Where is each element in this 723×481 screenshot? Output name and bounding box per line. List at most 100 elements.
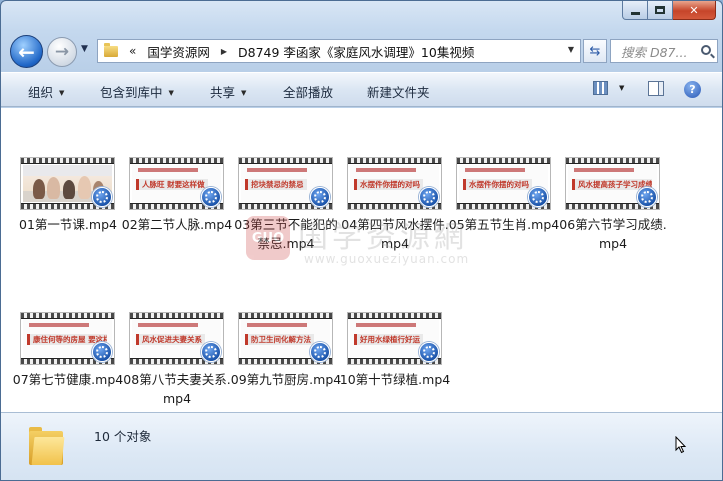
share-menu[interactable]: 共享 ▼ <box>210 82 246 101</box>
slide-header <box>247 168 307 172</box>
search-input[interactable]: 搜索 D87... <box>610 39 718 63</box>
media-player-icon <box>419 342 439 362</box>
include-in-library-menu[interactable]: 包含到库中 ▼ <box>100 82 174 101</box>
film-strip <box>130 313 223 319</box>
video-thumbnail: 水摆件你摆的对吗 <box>456 157 551 210</box>
file-name: 06第六节学习成绩.mp4 <box>559 217 667 251</box>
view-options-dropdown-icon[interactable]: ▼ <box>619 84 624 92</box>
video-thumbnail <box>20 157 115 210</box>
video-thumbnail: 防卫生间化解方法 <box>238 312 333 365</box>
slide-header <box>29 323 89 327</box>
slide-title: 好用水绿植行好运 <box>354 334 423 345</box>
search-icon <box>701 45 711 55</box>
film-strip <box>239 313 332 319</box>
item-count: 10 个对象 <box>94 429 152 444</box>
film-strip <box>239 158 332 164</box>
media-player-icon <box>310 187 330 207</box>
address-dropdown-icon[interactable]: ▼ <box>568 45 574 54</box>
minimize-button[interactable] <box>622 1 648 20</box>
film-strip <box>21 313 114 319</box>
explorer-window: ✕ ← → ▼ « 国学资源网 ▶ D8749 李函家《家庭风水调理》10集视频… <box>0 0 723 481</box>
minimize-icon <box>630 11 640 15</box>
chevron-down-icon: ▼ <box>81 44 88 54</box>
slide-title: 防卫生间化解方法 <box>245 334 314 345</box>
film-strip <box>130 158 223 164</box>
chevron-down-icon: ▼ <box>168 89 174 97</box>
maximize-button[interactable] <box>648 1 673 20</box>
film-strip <box>566 158 659 164</box>
organize-label: 组织 <box>28 85 54 100</box>
file-name: 02第二节人脉.mp4 <box>121 217 233 232</box>
file-name: 03第三节不能犯的禁忌.mp4 <box>234 217 338 251</box>
slide-header <box>247 323 307 327</box>
close-button[interactable]: ✕ <box>673 1 716 20</box>
forward-button[interactable]: → <box>47 37 77 67</box>
slide-title: 人脉旺 财要这样做 <box>136 179 208 190</box>
slide-header <box>574 168 634 172</box>
slide-title: 水摆件你摆的对吗 <box>354 179 423 190</box>
video-thumbnail: 风水提高孩子学习成绩 <box>565 157 660 210</box>
media-player-icon <box>310 342 330 362</box>
share-label: 共享 <box>210 85 236 100</box>
mouse-cursor-icon <box>675 436 687 454</box>
media-player-icon <box>92 187 112 207</box>
new-folder-button[interactable]: 新建文件夹 <box>367 82 430 101</box>
video-thumbnail: 挖块禁忌的禁忌 <box>238 157 333 210</box>
breadcrumb-separator-icon[interactable]: ▶ <box>221 47 227 56</box>
recent-pages-button[interactable]: ▼ <box>81 44 93 56</box>
media-player-icon <box>419 187 439 207</box>
file-name: 07第七节健康.mp4 <box>12 372 124 387</box>
slide-title: 挖块禁忌的禁忌 <box>245 179 307 190</box>
media-player-icon <box>201 187 221 207</box>
refresh-button[interactable]: ⇆ <box>583 39 607 63</box>
file-name: 05第五节生肖.mp4 <box>448 217 560 232</box>
media-player-icon <box>201 342 221 362</box>
film-strip <box>457 158 550 164</box>
address-bar[interactable]: « 国学资源网 ▶ D8749 李函家《家庭风水调理》10集视频 ▼ <box>97 39 581 63</box>
file-name: 08第八节夫妻关系.mp4 <box>123 372 231 406</box>
slide-header <box>465 168 525 172</box>
arrow-left-icon: ← <box>18 39 35 64</box>
video-thumbnail: 风水促进夫妻关系 <box>129 312 224 365</box>
play-all-button[interactable]: 全部播放 <box>283 82 333 101</box>
film-strip <box>348 158 441 164</box>
refresh-icon: ⇆ <box>589 43 601 59</box>
media-player-icon <box>528 187 548 207</box>
details-pane: 10 个对象 <box>1 412 722 480</box>
maximize-icon <box>655 6 665 14</box>
video-thumbnail: 好用水绿植行好运 <box>347 312 442 365</box>
breadcrumb-item[interactable]: 国学资源网 <box>147 42 210 61</box>
command-bar: 组织 ▼ 包含到库中 ▼ 共享 ▼ 全部播放 新建文件夹 ▼ ? <box>1 72 722 107</box>
back-button[interactable]: ← <box>10 35 43 68</box>
organize-menu[interactable]: 组织 ▼ <box>28 82 64 101</box>
media-player-icon <box>92 342 112 362</box>
file-name: 01第一节课.mp4 <box>19 217 117 232</box>
caption-buttons: ✕ <box>622 1 716 20</box>
slide-header <box>138 168 198 172</box>
breadcrumb-overflow[interactable]: « <box>129 44 136 58</box>
preview-pane-icon[interactable] <box>648 81 664 96</box>
video-thumbnail: 康住何等的房屋 要这样做 <box>20 312 115 365</box>
chevron-down-icon: ▼ <box>59 89 65 97</box>
film-strip <box>348 313 441 319</box>
file-list: 01第一节课.mp4 人脉旺 财要这样做 02第二节人脉.mp4 挖块禁忌的禁忌 03第… <box>1 108 722 412</box>
breadcrumb-item-current[interactable]: D8749 李函家《家庭风水调理》10集视频 <box>238 42 474 61</box>
slide-header <box>138 323 198 327</box>
search-placeholder: 搜索 D87... <box>621 44 688 60</box>
include-in-library-label: 包含到库中 <box>100 85 163 100</box>
video-thumbnail: 水摆件你摆的对吗 <box>347 157 442 210</box>
watermark-url: www.guoxueziyuan.com <box>304 252 470 266</box>
film-strip <box>21 158 114 164</box>
video-thumbnail: 人脉旺 财要这样做 <box>129 157 224 210</box>
slide-header <box>356 323 416 327</box>
navigation-bar: ← → ▼ « 国学资源网 ▶ D8749 李函家《家庭风水调理》10集视频 ▼… <box>1 31 722 69</box>
arrow-right-icon: → <box>54 41 70 62</box>
change-view-icon[interactable] <box>593 81 608 95</box>
help-icon[interactable]: ? <box>684 81 701 98</box>
file-name: 04第四节风水摆件.mp4 <box>341 217 449 251</box>
media-player-icon <box>637 187 657 207</box>
folder-icon <box>104 42 118 57</box>
slide-title: 风水促进夫妻关系 <box>136 334 205 345</box>
file-name: 10第十节绿植.mp4 <box>339 372 451 387</box>
slide-header <box>356 168 416 172</box>
